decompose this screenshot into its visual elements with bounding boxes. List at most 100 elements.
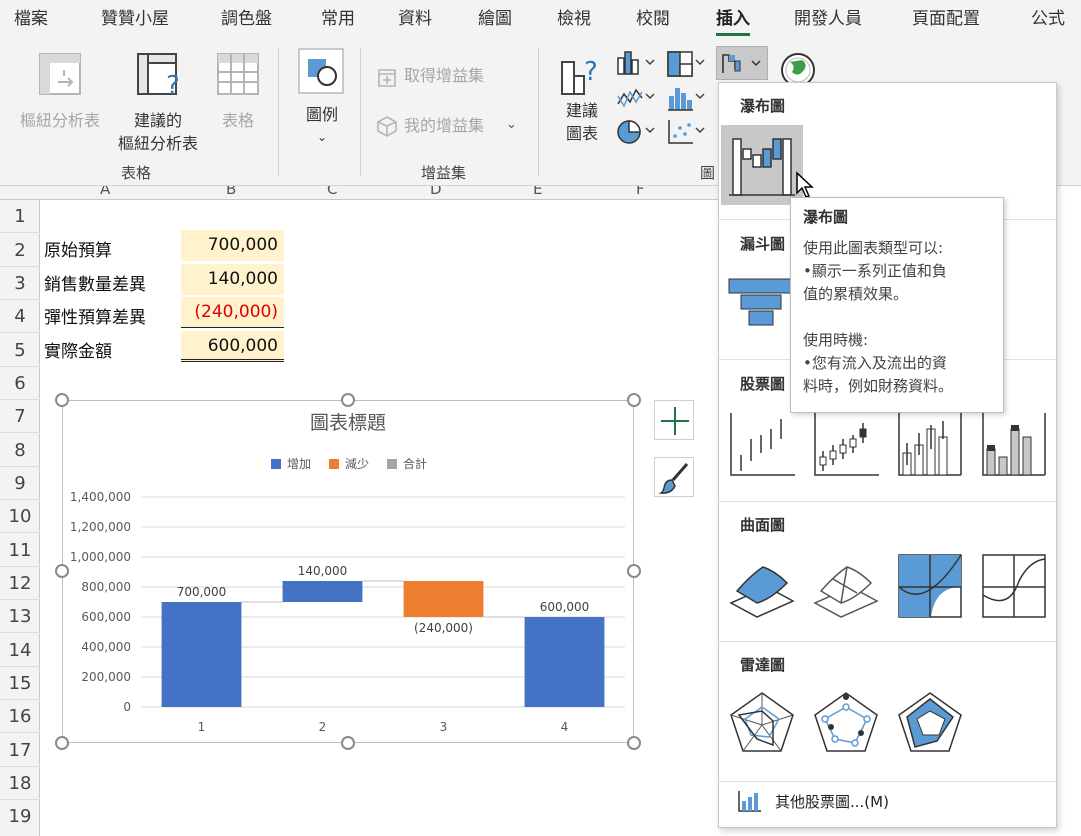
surface-wireframe-option[interactable] [811,551,881,621]
group-separator [538,48,539,176]
row-header[interactable]: 10 [0,506,40,527]
cell-a2[interactable]: 原始預算 [44,236,112,261]
tab-insert[interactable]: 插入 [716,6,750,36]
cell-b5[interactable]: 600,000 [181,331,284,362]
row-header[interactable]: 17 [0,740,40,761]
recommended-pivot-button[interactable]: ? 建議的 樞紐分析表 [110,50,206,160]
resize-handle[interactable] [341,393,355,407]
pie-chart-button[interactable] [616,118,658,146]
cell-a3[interactable]: 銷售數量差異 [44,270,146,295]
resize-handle[interactable] [627,393,641,407]
radar-markers-option[interactable] [811,689,881,759]
column-chart-button[interactable] [616,50,658,78]
stock-ohlc-option[interactable] [811,409,881,479]
bar [282,581,363,602]
tooltip-line: 使用時機: [803,331,869,349]
resize-handle[interactable] [627,736,641,750]
legend-label-total: 合計 [403,456,427,471]
resize-handle[interactable] [627,564,641,578]
waterfall-option[interactable] [721,125,803,205]
tab-home[interactable]: 常用 [321,6,355,36]
hierarchy-chart-button[interactable] [666,50,708,78]
row-header[interactable]: 6 [0,373,40,394]
resize-handle[interactable] [341,736,355,750]
stock-vohlc-option[interactable] [979,409,1049,479]
section-stock: 股票圖 [740,375,786,393]
tab-zanzan[interactable]: 贊贊小屋 [101,6,169,36]
pivot-table-button[interactable]: 樞紐分析表 [12,50,108,150]
legend-button[interactable]: 圖例 ⌄ [294,48,350,158]
row-header[interactable]: 7 [0,406,40,427]
cell-a5[interactable]: 實際金額 [44,337,112,362]
tab-review[interactable]: 校閱 [636,6,670,36]
column-header-a[interactable]: A [100,186,110,198]
chart-styles-button[interactable] [654,457,694,497]
waterfall-stock-dropdown: 瀑布圖 漏斗圖 股票圖 曲面圖 雷達圖 其他股票圖...(M) [718,82,1057,828]
cell-a4[interactable]: 彈性預算差異 [44,303,146,328]
recommended-charts-label-2: 圖表 [565,124,598,143]
statistic-chart-button[interactable] [666,84,708,112]
y-tick-label: 1,400,000 [70,490,131,504]
filled-radar-option[interactable] [895,689,965,759]
table-label: 表格 [221,111,254,130]
cursor-icon [796,171,814,198]
cell-b4[interactable]: (240,000) [181,297,284,328]
column-header-c[interactable]: C [327,186,337,198]
row-header[interactable]: 3 [0,273,40,294]
row-header[interactable]: 16 [0,706,40,727]
row-header[interactable]: 12 [0,573,40,594]
row-header[interactable]: 4 [0,306,40,327]
table-button[interactable]: 表格 [210,50,266,150]
column-header-e[interactable]: E [533,186,542,198]
column-header-b[interactable]: B [226,186,236,198]
resize-handle[interactable] [55,736,69,750]
tab-formulas[interactable]: 公式 [1031,6,1065,36]
row-header[interactable]: 8 [0,440,40,461]
tab-view[interactable]: 檢視 [557,6,591,36]
row-header[interactable]: 5 [0,340,40,361]
table-group-label: 表格 [121,164,152,182]
my-addins-label: 我的增益集 [404,116,485,135]
scatter-chart-button[interactable] [666,118,708,146]
tab-file[interactable]: 檔案 [14,6,48,36]
recommended-charts-button[interactable]: ? 建議 圖表 [556,48,608,158]
get-addins-button[interactable]: 取得增益集 [374,62,524,90]
tab-palette[interactable]: 調色盤 [221,6,272,36]
row-header[interactable]: 13 [0,606,40,627]
row-header[interactable]: 2 [0,240,40,261]
row-header[interactable]: 11 [0,540,40,561]
recommended-pivot-label-1: 建議的 [133,111,182,130]
radar-option[interactable] [727,689,797,759]
tab-data[interactable]: 資料 [398,6,432,36]
line-chart-button[interactable] [616,84,658,112]
tab-draw[interactable]: 繪圖 [478,6,512,36]
cell-b2[interactable]: 700,000 [181,230,284,261]
stock-vhlc-option[interactable] [895,409,965,479]
waterfall-chart-button[interactable] [716,46,768,80]
row-header[interactable]: 1 [0,206,40,227]
x-tick-label: 3 [440,720,448,734]
tab-developer[interactable]: 開發人員 [794,6,862,36]
resize-handle[interactable] [55,393,69,407]
tab-page-layout[interactable]: 頁面配置 [912,6,980,36]
column-header-d[interactable]: D [430,186,442,198]
chart-legend[interactable]: 增加 減少 合計 [271,456,427,471]
x-tick-label: 4 [561,720,569,734]
waterfall-chart[interactable]: 圖表標題 增加 減少 合計 0 200,000 400,000 600,000 800,… [62,400,634,743]
row-header[interactable]: 15 [0,673,40,694]
row-header[interactable]: 19 [0,806,40,827]
contour-option[interactable] [895,551,965,621]
contour-wireframe-option[interactable] [979,551,1049,621]
cell-b3[interactable]: 140,000 [181,264,284,295]
row-header[interactable]: 9 [0,473,40,494]
row-header[interactable]: 18 [0,773,40,794]
chart-title[interactable]: 圖表標題 [310,412,386,434]
more-stock-charts-item[interactable]: 其他股票圖...(M) [775,791,889,812]
row-header[interactable]: 14 [0,640,40,661]
my-addins-button[interactable]: 我的增益集 ⌄ [374,112,524,140]
column-header-f[interactable]: F [636,186,645,198]
stock-hlc-option[interactable] [727,409,797,479]
resize-handle[interactable] [55,564,69,578]
chart-elements-button[interactable] [654,400,694,440]
surface-3d-option[interactable] [727,551,797,621]
